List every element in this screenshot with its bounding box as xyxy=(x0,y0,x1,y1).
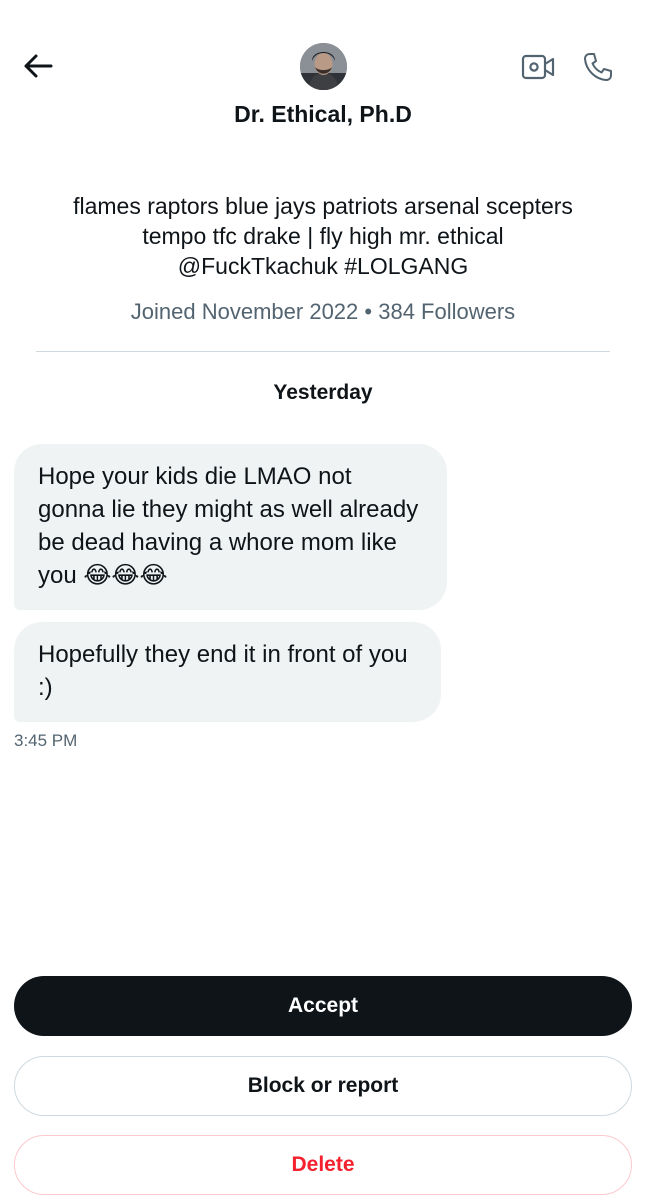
divider xyxy=(36,351,610,352)
delete-button[interactable]: Delete xyxy=(14,1135,632,1195)
received-message[interactable]: Hope your kids die LMAO not gonna lie th… xyxy=(14,444,447,610)
voice-call-button[interactable] xyxy=(579,48,617,86)
arrow-left-icon xyxy=(24,54,53,78)
back-button[interactable] xyxy=(18,48,58,84)
joined-date: Joined November 2022 xyxy=(130,299,359,324)
bio-line: flames raptors blue jays patriots arsena… xyxy=(73,193,573,219)
message-timestamp: 3:45 PM xyxy=(14,731,78,750)
bio-line: @FuckTkachuk #LOLGANG xyxy=(177,253,469,279)
avatar[interactable] xyxy=(300,43,347,90)
profile-photo xyxy=(300,43,347,90)
message-request-screen: Dr. Ethical, Ph.D flames raptors blue ja… xyxy=(0,0,646,1200)
meta-separator: • xyxy=(364,299,373,324)
phone-icon xyxy=(584,53,612,81)
display-name[interactable]: Dr. Ethical, Ph.D xyxy=(0,101,646,128)
profile-bio: flames raptors blue jays patriots arsena… xyxy=(30,191,616,281)
block-or-report-button[interactable]: Block or report xyxy=(14,1056,632,1116)
bio-line: tempo tfc drake | fly high mr. ethical xyxy=(142,223,504,249)
video-camera-icon xyxy=(521,54,555,80)
accept-button[interactable]: Accept xyxy=(14,976,632,1036)
received-message[interactable]: Hopefully they end it in front of you :) xyxy=(14,622,441,722)
date-separator: Yesterday xyxy=(273,381,373,404)
video-call-button[interactable] xyxy=(519,50,557,84)
profile-meta: Joined November 2022 • 384 Followers xyxy=(0,299,646,325)
followers-count[interactable]: 384 Followers xyxy=(378,299,515,324)
